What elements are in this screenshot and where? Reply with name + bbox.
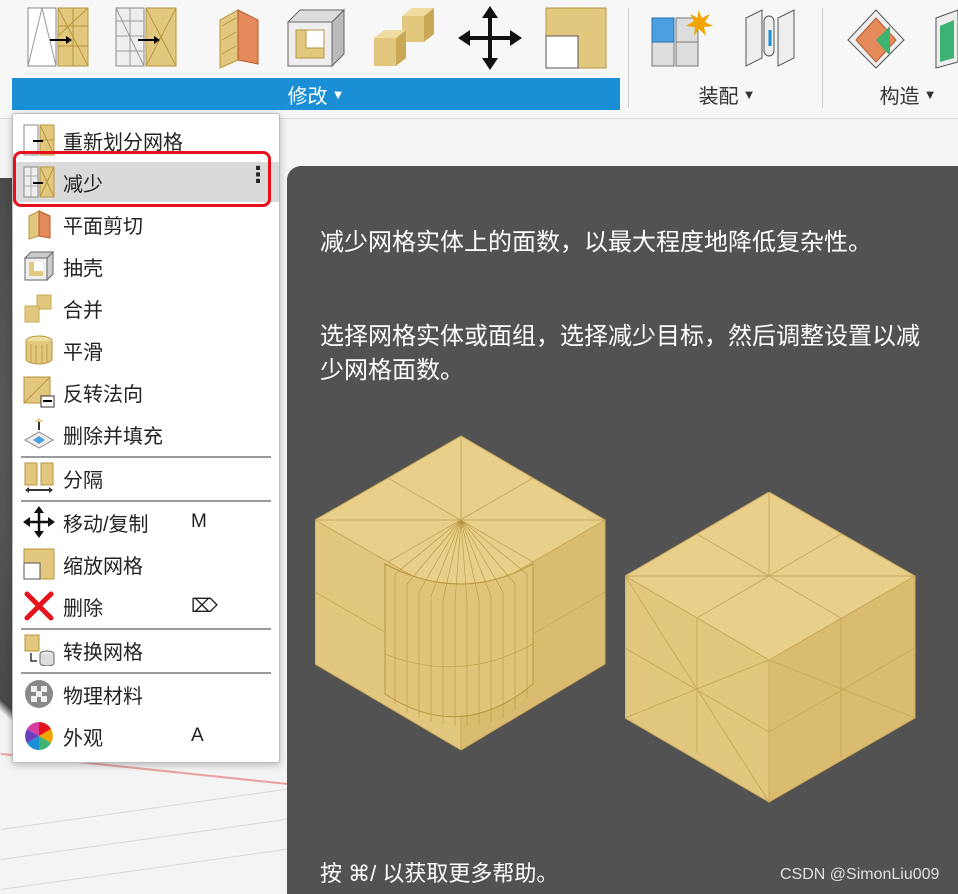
menu-item-scale-mesh[interactable]: 缩放网格 [13,544,279,584]
menu-item-appearance[interactable]: 外观 A [13,716,279,756]
mesh-after-illustration [625,492,917,803]
new-component-icon[interactable] [650,6,714,70]
menu-item-label: 删除 [63,597,103,620]
move-copy-icon [23,506,55,538]
combine-icon[interactable] [372,6,436,70]
shortcut-label: A [191,725,204,746]
menu-item-combine[interactable]: 合并 [13,288,279,328]
menu-item-physical-material[interactable]: 物理材料 [13,674,279,714]
divider [822,8,823,108]
assemble-group-dropdown[interactable]: 装配 ▼ [636,78,818,110]
menu-item-label: 移动/复制 [63,513,149,536]
erase-fill-icon [23,418,55,449]
physical-material-icon [25,680,53,708]
tooltip-description: 减少网格实体上的面数，以最大程度地降低复杂性。 [320,229,872,256]
modify-group-dropdown[interactable]: 修改 ▼ [12,78,620,110]
shell-icon[interactable] [284,6,348,70]
menu-item-shell[interactable]: 抽壳 [13,246,279,286]
joint-icon[interactable] [740,6,804,70]
chevron-down-icon: ▼ [331,86,345,102]
shortcut-label: M [191,511,207,532]
combine-icon [24,294,52,323]
convert-mesh-icon [24,634,55,666]
construct-group-dropdown[interactable]: 构造 ▼ [828,78,958,110]
menu-item-label: 平面剪切 [63,215,143,238]
plane-at-angle-icon[interactable] [930,6,958,70]
menu-item-label: 平滑 [63,341,103,364]
reverse-normal-icon [23,376,55,408]
separate-icon [24,462,54,493]
tooltip-help-hint: 按 ⌘/ 以获取更多帮助。 [320,861,559,886]
menu-item-move-copy[interactable]: 移动/复制 M [13,502,279,542]
modify-dropdown-menu: 重新划分网格 减少 ⋮ 平面剪切 抽壳 合并 平滑 反转法向 删除并填充 分隔 … [12,113,280,763]
toolbar: 修改 ▼ 装配 ▼ 构造 ▼ [0,0,958,119]
remesh-icon[interactable] [26,6,90,70]
appearance-icon [25,722,53,750]
highlight-frame [13,151,271,207]
menu-item-label: 合并 [63,299,103,322]
menu-item-label: 转换网格 [63,641,143,664]
plane-cut-icon[interactable] [204,6,268,70]
watermark: CSDN @SimonLiu009 [780,866,940,883]
menu-item-erase-fill[interactable]: 删除并填充 [13,414,279,454]
chevron-down-icon: ▼ [923,86,937,102]
menu-item-label: 分隔 [63,469,103,492]
mesh-before-illustration [315,435,606,750]
tooltip-panel: 减少网格实体上的面数，以最大程度地降低复杂性。 选择网格实体或面组，选择减少目标… [287,166,958,894]
menu-item-convert-mesh[interactable]: 转换网格 [13,630,279,670]
tooltip-instructions: 选择网格实体或面组，选择减少目标，然后调整设置以减少网格面数。 [320,323,920,384]
menu-item-label: 外观 [63,727,103,750]
construct-group-label: 构造 [879,85,920,108]
reduce-icon[interactable] [114,6,178,70]
menu-item-label: 抽壳 [63,257,103,280]
smooth-icon [25,335,53,365]
menu-item-label: 物理材料 [63,685,143,708]
offset-plane-icon[interactable] [846,6,910,70]
chevron-down-icon: ▼ [742,86,756,102]
shortcut-delete-key-icon: ⌦ [191,595,218,617]
assemble-group-label: 装配 [698,85,739,108]
modify-group-label: 修改 [287,85,328,108]
scale-mesh-icon [23,548,55,580]
move-icon[interactable] [458,6,522,70]
menu-item-reverse-normal[interactable]: 反转法向 [13,372,279,412]
menu-item-label: 缩放网格 [63,555,143,578]
menu-item-smooth[interactable]: 平滑 [13,330,279,370]
menu-item-separate[interactable]: 分隔 [13,458,279,498]
divider [628,8,629,108]
delete-icon [24,591,54,621]
menu-item-label: 反转法向 [63,383,143,406]
plane-cut-icon [28,210,51,240]
menu-item-delete[interactable]: 删除 ⌦ [13,586,279,626]
shell-icon [23,250,55,282]
scale-mesh-icon[interactable] [544,6,608,70]
menu-item-label: 删除并填充 [63,425,163,448]
menu-item-plane-cut[interactable]: 平面剪切 [13,204,279,244]
